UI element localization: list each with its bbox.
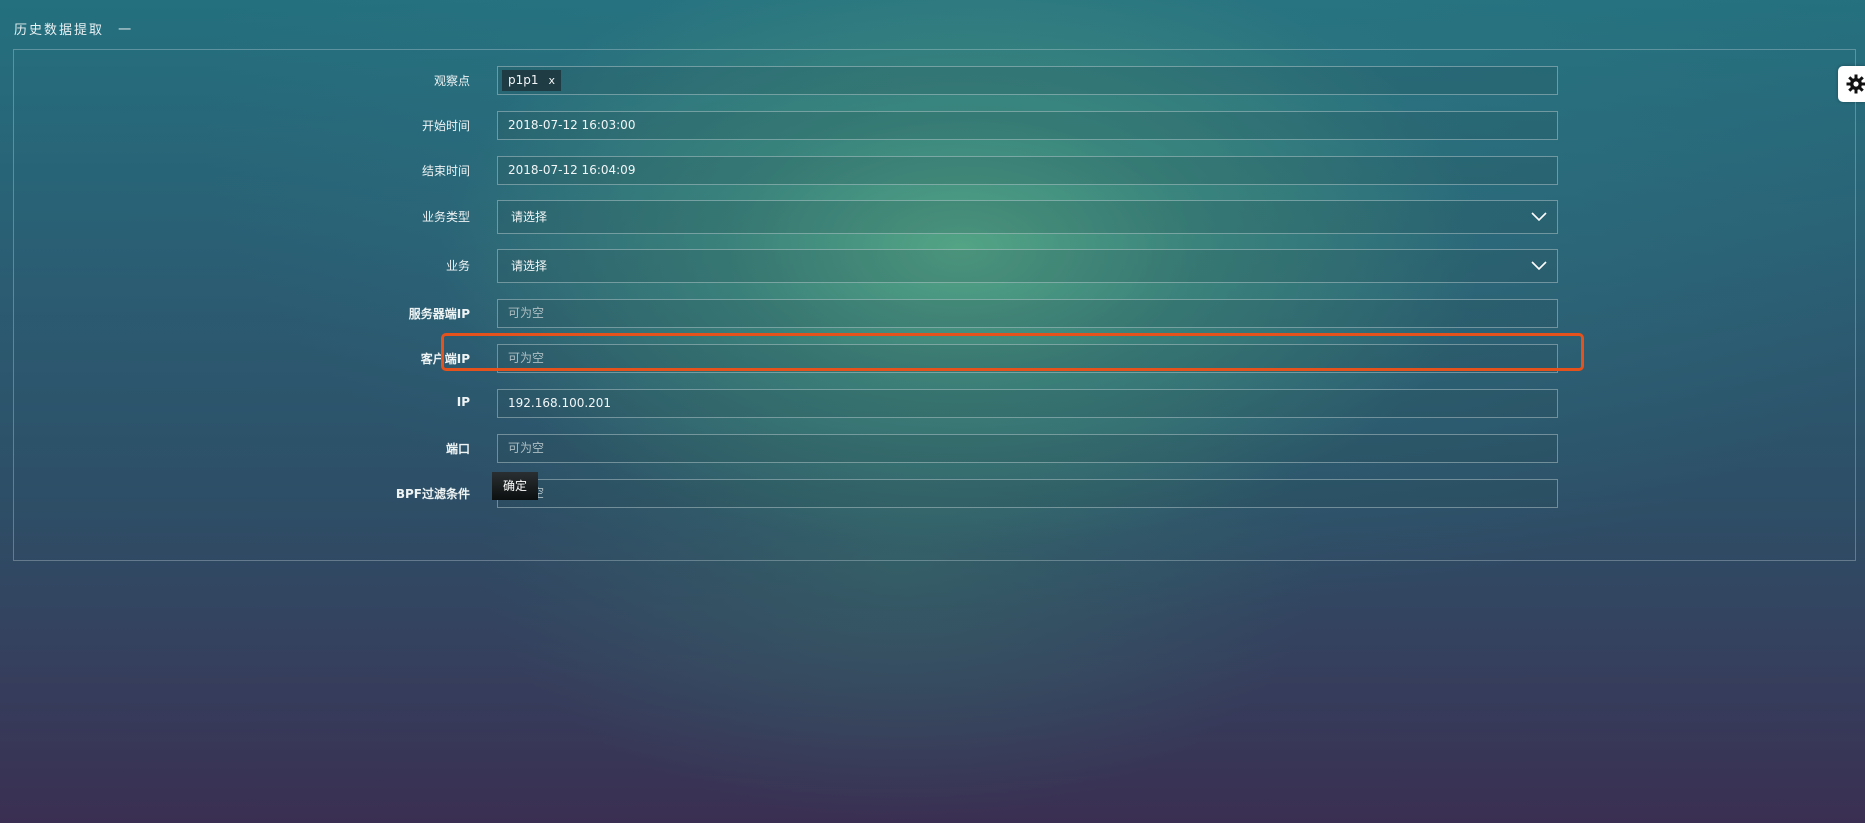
client-ip-label: 客户端IP: [420, 352, 470, 366]
server-ip-input[interactable]: 可为空: [497, 299, 1558, 328]
start-time-label: 开始时间: [421, 119, 470, 133]
ip-input[interactable]: 192.168.100.201: [497, 389, 1558, 418]
port-placeholder: 可为空: [508, 441, 545, 455]
business-type-selected: 请选择: [511, 210, 548, 224]
end-time-value: 2018-07-12 16:04:09: [508, 163, 636, 177]
chevron-down-icon: [1531, 212, 1547, 222]
business-selected: 请选择: [511, 259, 548, 273]
business-type-select[interactable]: 请选择: [497, 200, 1558, 234]
extraction-form-panel: 观察点 p1p1 x 开始时间 2018-07-12 16:03:00 结束时间 …: [13, 49, 1856, 561]
bpf-filter-input[interactable]: 可为空: [497, 479, 1558, 508]
server-ip-label: 服务器端IP: [408, 307, 470, 321]
tag-remove-button[interactable]: x: [549, 74, 556, 87]
collapse-toggle[interactable]: 一: [118, 19, 131, 38]
business-select[interactable]: 请选择: [497, 249, 1558, 283]
observation-point-label: 观察点: [433, 74, 470, 88]
client-ip-placeholder: 可为空: [508, 351, 545, 365]
business-label: 业务: [445, 259, 470, 273]
port-label: 端口: [445, 442, 470, 456]
start-time-input[interactable]: 2018-07-12 16:03:00: [497, 111, 1558, 140]
server-ip-placeholder: 可为空: [508, 306, 545, 320]
ip-label: IP: [456, 395, 470, 409]
page-title: 历史数据提取: [14, 23, 105, 38]
bpf-filter-label: BPF过滤条件: [395, 487, 470, 501]
business-type-label: 业务类型: [421, 210, 470, 224]
observation-point-tag-text: p1p1: [508, 73, 539, 87]
observation-point-input[interactable]: p1p1 x: [497, 66, 1558, 95]
observation-point-tag: p1p1 x: [502, 70, 562, 91]
gear-icon: [1846, 74, 1865, 94]
end-time-label: 结束时间: [421, 164, 470, 178]
ip-value: 192.168.100.201: [508, 396, 612, 410]
confirm-button[interactable]: 确定: [492, 472, 539, 500]
client-ip-input[interactable]: 可为空: [497, 344, 1558, 373]
settings-button[interactable]: [1838, 66, 1865, 102]
port-input[interactable]: 可为空: [497, 434, 1558, 463]
start-time-value: 2018-07-12 16:03:00: [508, 118, 636, 132]
end-time-input[interactable]: 2018-07-12 16:04:09: [497, 156, 1558, 185]
page-header: 历史数据提取 一: [14, 19, 131, 38]
chevron-down-icon: [1531, 261, 1547, 271]
